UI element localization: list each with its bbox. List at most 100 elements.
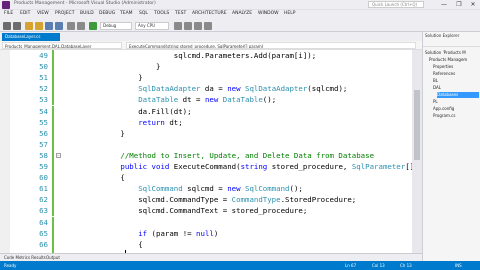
code-token: ExecuteCommand( [169,162,241,171]
line-number: 50 [39,62,48,72]
code-token: { [138,239,143,249]
code-line[interactable]: 62 sqlcmd.CommandType = CommandType.Store… [0,194,412,206]
code-line[interactable]: 58 − //Method to Insert, Update, and Delet… [0,149,412,161]
tab-output[interactable]: Output [46,255,60,260]
code-token: } [156,62,161,72]
menu-test[interactable]: TEST [175,11,186,16]
code-line[interactable]: 50} [0,61,412,73]
line-number: 64 [39,217,48,227]
open-file-icon[interactable] [35,22,43,30]
code-line[interactable]: 54 da.Fill(dt); [0,105,412,117]
code-text: //Method to Insert, Update, and Delete D… [120,150,374,161]
code-text: { [138,239,142,250]
code-editor[interactable]: 49 sqlcmd.Parameters.Add(param[i]); 50} 51}… [0,50,422,261]
menu-edit[interactable]: EDIT [20,11,30,16]
solution-tree-item[interactable]: DAL [433,85,479,91]
solution-tree-item[interactable]: References [433,71,479,77]
menu-analyze[interactable]: ANALYZE [232,11,252,16]
change-indicator [52,61,54,73]
status-char: Ch 13 [400,263,412,268]
minimize-button[interactable]: — [437,0,451,10]
collapse-icon[interactable]: − [56,152,61,158]
status-col: Col 13 [372,263,385,268]
close-button[interactable]: ✕ [466,0,480,10]
type-token: DataTable [138,95,179,105]
code-text: da.Fill(dt); [138,106,191,117]
code-line[interactable]: 56} [0,127,412,139]
code-text: } [120,128,124,139]
solution-tree-item[interactable]: Properties [433,64,479,70]
solution-tree-item[interactable]: Databases [437,92,479,98]
forward-icon[interactable] [13,22,21,30]
redo-icon[interactable] [77,22,85,30]
menu-help[interactable]: HELP [284,11,295,16]
solution-config-select[interactable]: Debug [100,22,132,30]
line-number: 66 [39,239,48,249]
keyword-token: if [138,228,148,238]
status-ready: Ready [4,263,17,268]
change-indicator [52,172,54,184]
keyword-token: return [138,117,165,127]
menu-debug[interactable]: DEBUG [99,11,115,16]
code-line[interactable]: 63 sqlcmd.CommandText = stored_procedure; [0,205,412,217]
type-token: CommandType [231,195,281,205]
maximize-button[interactable]: ❐ [452,0,466,10]
solution-tree-item[interactable]: PL [433,99,479,105]
code-text: { [120,172,124,183]
code-line[interactable]: 65 if (param != null) [0,227,412,239]
code-line[interactable]: 59 public void ExecuteCommand(string stor… [0,161,422,173]
solution-tree-item[interactable]: Program.cs [433,113,479,119]
tab-code-metrics[interactable]: Code Metrics Results [4,255,46,260]
code-line[interactable]: 60 { [0,172,412,184]
menu-tools[interactable]: TOOLS [154,11,169,16]
new-project-icon[interactable] [25,22,33,30]
code-line[interactable]: 49 sqlcmd.Parameters.Add(param[i]); [0,50,412,62]
solution-tree-item[interactable]: Solution 'Products M [425,50,479,56]
keyword-token: null [196,228,214,238]
menu-file[interactable]: FILE [4,11,13,16]
menu-architecture[interactable]: ARCHITECTURE [192,11,227,16]
start-debug-icon[interactable] [89,22,97,30]
menu-view[interactable]: VIEW [37,11,49,16]
bookmark-icon[interactable] [204,22,212,30]
solution-tree-item[interactable]: Products Managem [429,57,479,63]
keyword-token: new [227,184,241,194]
solution-platform-select[interactable]: Any CPU [135,22,169,30]
vertical-scrollbar[interactable] [412,50,422,261]
scrollbar-thumb[interactable] [414,90,420,160]
code-line[interactable]: 51} [0,72,412,84]
code-line[interactable]: 53 DataTable dt = new DataTable(); [0,94,412,106]
code-token: sqlcmd.CommandText = stored_procedure; [138,206,308,216]
code-text: SqlDataAdapter da = new SqlDataAdapter(s… [138,83,347,94]
code-line[interactable]: 55 return dt; [0,116,412,128]
menu-team[interactable]: TEAM [120,11,133,16]
code-line[interactable]: 66 { [0,238,412,250]
menu-project[interactable]: PROJECT [55,11,74,16]
code-line[interactable]: 52 SqlDataAdapter da = new SqlDataAdapter… [0,83,412,95]
code-line[interactable]: 57 [0,138,412,150]
uncomment-icon[interactable] [194,22,202,30]
solution-tree-item[interactable]: BL [433,78,479,84]
comment-icon[interactable] [184,22,192,30]
quick-launch-input[interactable]: Quick Launch (Ctrl+Q) [368,1,424,8]
save-icon[interactable] [45,22,53,30]
menu-window[interactable]: WINDOW [258,11,279,16]
code-token: dt; [164,117,183,127]
line-number: 54 [39,106,48,116]
code-token: } [120,128,125,138]
find-icon[interactable] [174,22,182,30]
member-dropdown[interactable]: ExecuteCommand(string stored_procedure, … [126,42,416,49]
code-line[interactable]: 64 [0,216,412,228]
line-number: 56 [39,128,48,138]
menu-build[interactable]: BUILD [80,11,94,16]
undo-icon[interactable] [67,22,75,30]
code-token: da = [200,84,228,94]
type-dropdown[interactable]: Products_Management.DAL.DatabaseLayer [2,42,122,49]
back-icon[interactable] [3,22,11,30]
solution-tree-item[interactable]: App.config [433,106,479,112]
save-all-icon[interactable] [55,22,63,30]
menu-sql[interactable]: SQL [139,11,148,16]
code-line[interactable]: 61 SqlCommand sqlcmd = new SqlCommand(); [0,183,412,195]
change-indicator [52,183,54,195]
tab-databaselayer[interactable]: DatabaseLayer.cs [2,33,60,41]
